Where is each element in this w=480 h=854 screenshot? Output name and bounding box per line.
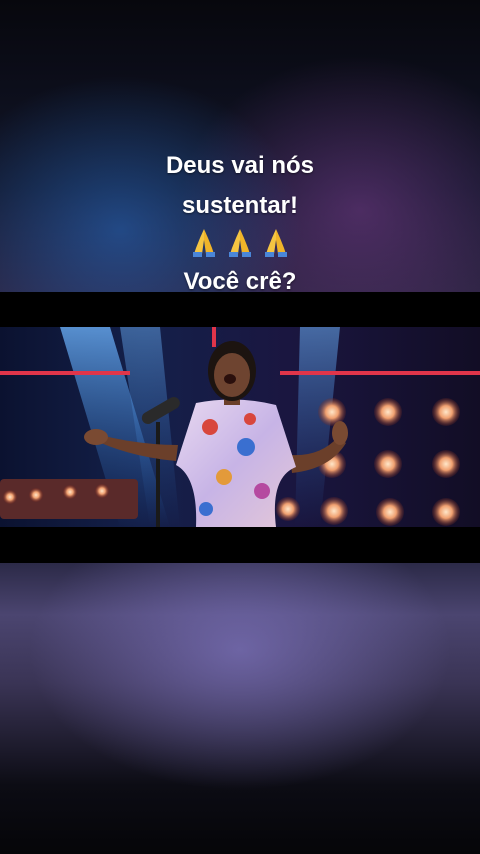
video-frame[interactable] [0, 327, 480, 527]
letterbox-bottom [0, 527, 480, 563]
folded-hands-icon [193, 229, 215, 257]
bulb-bar [0, 479, 138, 519]
bulb-light [432, 450, 460, 478]
bulb-light [95, 484, 109, 498]
emoji-row [0, 226, 480, 258]
bulb-light [376, 498, 404, 526]
neon-line [0, 371, 130, 375]
bulb-light [374, 450, 402, 478]
caption-line-2: sustentar! [181, 192, 299, 219]
neon-line [280, 371, 480, 375]
letterbox-top [0, 292, 480, 327]
stage-scene [0, 327, 480, 527]
neon-post [212, 327, 216, 347]
bulb-light [432, 498, 460, 526]
mic-stand [156, 422, 160, 527]
bulb-light [63, 485, 77, 499]
screen: Deus vai nós sustentar! Você crê? [0, 0, 480, 854]
folded-hands-icon [265, 229, 287, 257]
caption-line-1: Deus vai nós [165, 152, 315, 179]
bulb-light [432, 398, 460, 426]
bulb-light [3, 490, 17, 504]
bulb-light [320, 497, 348, 525]
bulb-light [374, 398, 402, 426]
folded-hands-icon [229, 229, 251, 257]
bulb-light [276, 497, 300, 521]
bulb-light [29, 488, 43, 502]
